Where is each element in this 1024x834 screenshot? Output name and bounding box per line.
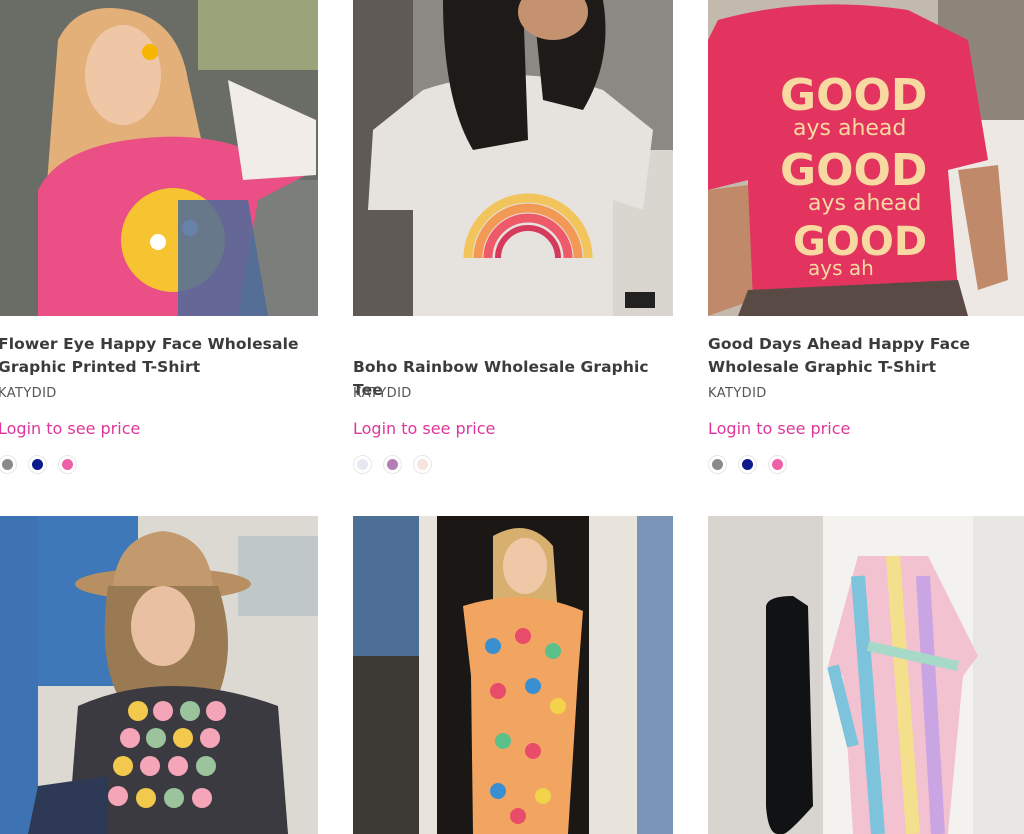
login-to-see-price-link[interactable]: Login to see price <box>353 419 495 438</box>
swatch-color <box>416 458 428 470</box>
color-swatch[interactable] <box>738 455 757 474</box>
color-swatch[interactable] <box>768 455 787 474</box>
product-title-line[interactable]: Wholesale Graphic T-Shirt <box>708 356 970 379</box>
product-image[interactable] <box>353 516 673 834</box>
product-image[interactable] <box>0 0 318 316</box>
product-image[interactable] <box>0 516 318 834</box>
product-grid: Flower Eye Happy Face Wholesale Graphic … <box>0 0 1024 834</box>
color-swatch[interactable] <box>28 455 47 474</box>
product-image[interactable] <box>353 0 673 316</box>
swatch-color <box>741 458 753 470</box>
color-swatches <box>353 455 432 474</box>
product-brand: KATYDID <box>353 386 412 401</box>
color-swatch[interactable] <box>708 455 727 474</box>
color-swatch[interactable] <box>58 455 77 474</box>
product-title[interactable]: Good Days Ahead Happy Face Wholesale Gra… <box>708 333 970 379</box>
swatch-color <box>356 458 368 470</box>
svg-text:GOOD: GOOD <box>780 145 927 196</box>
swatch-color <box>1 458 13 470</box>
color-swatches <box>708 455 787 474</box>
swatch-color <box>771 458 783 470</box>
product-image[interactable] <box>708 516 1024 834</box>
color-swatches <box>0 455 77 474</box>
color-swatch[interactable] <box>413 455 432 474</box>
product-title-line[interactable]: Graphic Printed T-Shirt <box>0 356 299 379</box>
swatch-color <box>386 458 398 470</box>
swatch-color <box>711 458 723 470</box>
svg-text:ays ah: ays ah <box>808 256 874 280</box>
product-title[interactable]: Flower Eye Happy Face Wholesale Graphic … <box>0 333 299 379</box>
product-title-line[interactable]: Flower Eye Happy Face Wholesale <box>0 333 299 356</box>
svg-text:ays ahead: ays ahead <box>793 116 906 141</box>
svg-text:GOOD: GOOD <box>780 70 927 121</box>
product-brand: KATYDID <box>708 386 767 401</box>
color-swatch[interactable] <box>353 455 372 474</box>
product-brand: KATYDID <box>0 386 57 401</box>
login-to-see-price-link[interactable]: Login to see price <box>708 419 850 438</box>
swatch-color <box>61 458 73 470</box>
login-to-see-price-link[interactable]: Login to see price <box>0 419 140 438</box>
svg-text:ays ahead: ays ahead <box>808 191 921 216</box>
color-swatch[interactable] <box>0 455 17 474</box>
swatch-color <box>31 458 43 470</box>
product-title-line[interactable]: Good Days Ahead Happy Face <box>708 333 970 356</box>
color-swatch[interactable] <box>383 455 402 474</box>
product-image[interactable]: GOOD ays ahead GOOD ays ahead GOOD ays a… <box>708 0 1024 316</box>
